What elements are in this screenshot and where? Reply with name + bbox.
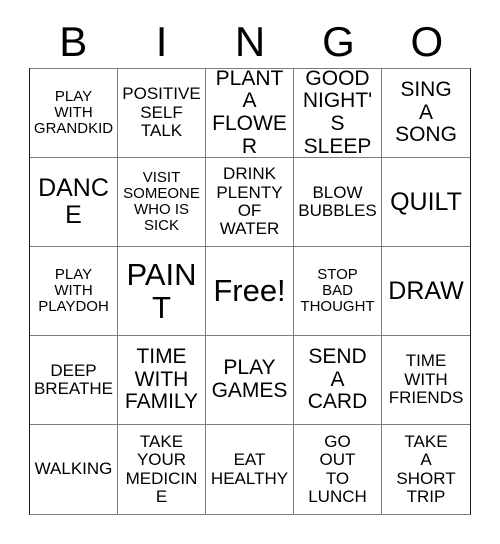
bingo-cell-label: DANCE (38, 174, 109, 229)
bingo-cell[interactable]: GOOD NIGHT'S SLEEP (294, 69, 382, 158)
bingo-cell[interactable]: TAKE YOUR MEDICINE (118, 425, 206, 514)
bingo-cell[interactable]: POSITIVE SELF TALK (118, 69, 206, 158)
bingo-cell-label: DRINK PLENTY OF WATER (216, 164, 283, 239)
bingo-cell-label: GOOD NIGHT'S SLEEP (302, 69, 373, 158)
bingo-cell[interactable]: PLAY GAMES (206, 336, 294, 425)
bingo-cell[interactable]: STOP BAD THOUGHT (294, 247, 382, 336)
bingo-free-space[interactable]: Free! (206, 247, 294, 336)
bingo-cell[interactable]: DEEP BREATHE (30, 336, 118, 425)
bingo-cell[interactable]: DRAW (382, 247, 470, 336)
bingo-header-letter-i: I (155, 18, 168, 65)
bingo-cell[interactable]: VISIT SOMEONE WHO IS SICK (118, 158, 206, 247)
bingo-cell[interactable]: QUILT (382, 158, 470, 247)
bingo-cell-label: TIME WITH FAMILY (124, 344, 199, 414)
bingo-cell-label: QUILT (390, 187, 462, 216)
bingo-cell[interactable]: WALKING (30, 425, 118, 514)
bingo-cell[interactable]: TIME WITH FAMILY (118, 336, 206, 425)
bingo-cell[interactable]: GO OUT TO LUNCH (294, 425, 382, 514)
bingo-cell-label: EAT HEALTHY (210, 450, 289, 488)
bingo-cell-label: PLAY GAMES (211, 356, 288, 402)
bingo-cell-label: STOP BAD THOUGHT (300, 265, 375, 316)
bingo-cell-label: PLANT A FLOWER (212, 69, 287, 158)
bingo-cell[interactable]: SEND A CARD (294, 336, 382, 425)
bingo-cell[interactable]: DRINK PLENTY OF WATER (206, 158, 294, 247)
bingo-cell[interactable]: PAINT (118, 247, 206, 336)
bingo-cell[interactable]: DANCE (30, 158, 118, 247)
bingo-header-letter-o: O (410, 18, 444, 65)
bingo-cell-label: TAKE YOUR MEDICINE (125, 431, 198, 506)
bingo-header-letter-n: N (234, 18, 266, 65)
bingo-cell-label: Free! (213, 273, 286, 309)
bingo-cell-label: SEND A CARD (307, 344, 368, 414)
bingo-grid: PLAY WITH GRANDKID POSITIVE SELF TALK PLAN… (29, 68, 471, 515)
bingo-cell[interactable]: PLAY WITH GRANDKID (30, 69, 118, 158)
bingo-cell-label: TIME WITH FRIENDS (388, 351, 464, 408)
bingo-cell-label: POSITIVE SELF TALK (122, 84, 201, 141)
bingo-cell[interactable]: PLANT A FLOWER (206, 69, 294, 158)
bingo-cell[interactable]: SING A SONG (382, 69, 470, 158)
bingo-cell-label: SING A SONG (395, 77, 457, 147)
bingo-header-letter-b: B (59, 18, 88, 65)
bingo-cell-label: TAKE A SHORT TRIP (396, 431, 456, 506)
bingo-header-row: B I N G O (29, 16, 471, 68)
bingo-card: B I N G O PLAY WITH GRANDKID POSITIVE SEL… (0, 0, 500, 544)
bingo-cell-label: DEEP BREATHE (33, 360, 114, 398)
bingo-cell-label: VISIT SOMEONE WHO IS SICK (123, 168, 200, 235)
bingo-cell-label: BLOW BUBBLES (298, 182, 377, 220)
bingo-cell-label: GO OUT TO LUNCH (308, 431, 367, 506)
bingo-cell[interactable]: EAT HEALTHY (206, 425, 294, 514)
bingo-cell-label: PAINT (126, 256, 197, 325)
bingo-cell[interactable]: TIME WITH FRIENDS (382, 336, 470, 425)
bingo-cell-label: PLAY WITH PLAYDOH (38, 265, 109, 316)
bingo-cell[interactable]: TAKE A SHORT TRIP (382, 425, 470, 514)
bingo-cell-label: WALKING (34, 459, 113, 479)
bingo-cell[interactable]: PLAY WITH PLAYDOH (30, 247, 118, 336)
bingo-header-letter-g: G (322, 18, 355, 65)
bingo-cell-label: PLAY WITH GRANDKID (33, 87, 114, 138)
bingo-cell-label: DRAW (388, 276, 464, 305)
bingo-cell[interactable]: BLOW BUBBLES (294, 158, 382, 247)
